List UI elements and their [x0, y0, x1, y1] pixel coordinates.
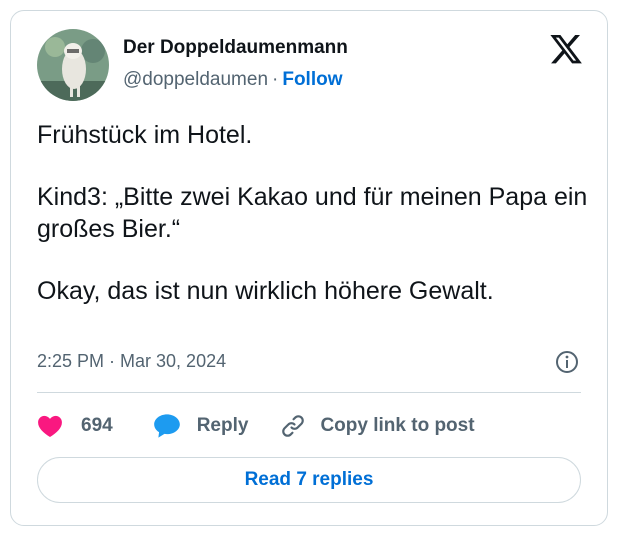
- read-replies-button[interactable]: Read 7 replies: [37, 457, 581, 503]
- copy-link-button[interactable]: Copy link to post: [280, 413, 475, 439]
- post-timestamp[interactable]: 2:25 PM · Mar 30, 2024: [37, 351, 226, 372]
- author-name[interactable]: Der Doppeldaumenmann: [123, 37, 348, 59]
- follow-link[interactable]: Follow: [282, 69, 342, 90]
- post-line: Okay, das ist nun wirklich höhere Gewalt…: [37, 277, 494, 305]
- post-line: Frühstück im Hotel.: [37, 121, 253, 149]
- speech-bubble-icon: [153, 413, 181, 439]
- author-handle-row: @doppeldaumen · Follow: [123, 69, 343, 91]
- avatar[interactable]: [37, 29, 109, 101]
- reply-label: Reply: [196, 415, 249, 436]
- divider: [37, 392, 581, 393]
- separator-dot: ·: [272, 69, 279, 90]
- action-bar: 694 Reply Copy link to post: [37, 411, 475, 441]
- post-text: Frühstück im Hotel. Kind3: „Bitte zwei K…: [37, 119, 597, 307]
- like-button[interactable]: 694: [37, 414, 153, 438]
- embedded-post-card: Der Doppeldaumenmann @doppeldaumen · Follo…: [10, 10, 608, 526]
- link-icon: [280, 413, 306, 439]
- post-line: Kind3: „Bitte zwei Kakao und für meinen …: [37, 183, 588, 243]
- author-handle[interactable]: @doppeldaumen: [123, 69, 268, 90]
- copy-link-label: Copy link to post: [320, 415, 475, 436]
- heart-icon: [37, 414, 63, 438]
- info-icon[interactable]: [555, 350, 579, 374]
- x-logo-icon[interactable]: [549, 33, 583, 65]
- like-count: 694: [81, 415, 113, 436]
- reply-button[interactable]: Reply: [153, 413, 281, 439]
